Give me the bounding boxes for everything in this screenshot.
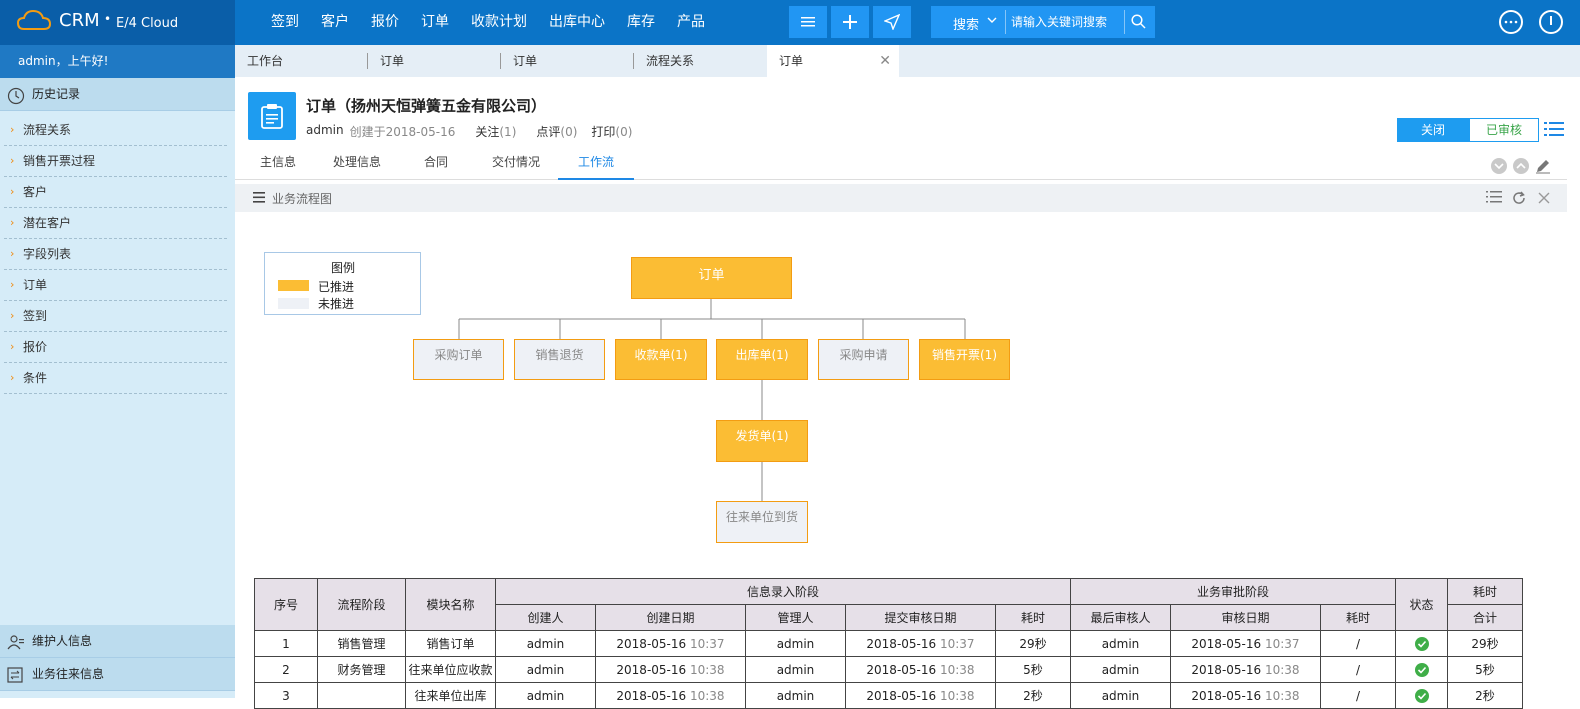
check-icon <box>1414 688 1429 703</box>
legend-swatch-done <box>278 280 309 291</box>
check-icon <box>1414 636 1429 651</box>
table-row: 1 销售管理 销售订单 admin 2018-05-16 10:37 admin… <box>254 630 1523 657</box>
col-status: 状态 <box>1395 578 1448 631</box>
legend-swatch-todo <box>278 298 309 309</box>
flow-node-sales-invoice[interactable]: 销售开票(1) <box>919 339 1010 380</box>
workflow-table: 序号 流程阶段 模块名称 信息录入阶段 业务审批阶段 状态 耗时 创建人 创建日… <box>254 578 1523 709</box>
flow-node-order[interactable]: 订单 <box>631 257 792 299</box>
col-total-a: 耗时 <box>1447 578 1523 605</box>
col-approval-time: 耗时 <box>1320 604 1396 631</box>
col-group-entry: 信息录入阶段 <box>495 578 1071 605</box>
col-seq: 序号 <box>254 578 318 631</box>
col-last-reviewer: 最后审核人 <box>1070 604 1171 631</box>
table-row: 3 往来单位出库 admin 2018-05-16 10:38 admin 20… <box>254 682 1523 709</box>
status-cell <box>1395 682 1448 709</box>
col-stage: 流程阶段 <box>317 578 406 631</box>
legend: 图例 已推进 未推进 <box>264 252 421 315</box>
flow-node-sales-return[interactable]: 销售退货 <box>514 339 605 380</box>
legend-label-todo: 未推进 <box>318 297 355 311</box>
col-review-date: 审核日期 <box>1170 604 1321 631</box>
col-group-approval: 业务审批阶段 <box>1070 578 1396 605</box>
flow-node-purchase-order[interactable]: 采购订单 <box>413 339 504 380</box>
table-row: 2 财务管理 往来单位应收款 admin 2018-05-16 10:38 ad… <box>254 656 1523 683</box>
flow-node-purchase-request[interactable]: 采购申请 <box>818 339 909 380</box>
flow-node-outbound[interactable]: 出库单(1) <box>716 339 808 380</box>
flow-node-partner-arrival[interactable]: 往来单位到货 <box>716 501 808 543</box>
flow-node-receipt[interactable]: 收款单(1) <box>615 339 707 380</box>
flow-node-shipment[interactable]: 发货单(1) <box>716 420 808 462</box>
status-cell <box>1395 630 1448 657</box>
col-create-date: 创建日期 <box>595 604 746 631</box>
col-module: 模块名称 <box>405 578 496 631</box>
col-entry-time: 耗时 <box>995 604 1071 631</box>
col-total-b: 合计 <box>1447 604 1523 631</box>
legend-label-done: 已推进 <box>318 280 355 294</box>
col-submit-date: 提交审核日期 <box>845 604 996 631</box>
status-cell <box>1395 656 1448 683</box>
legend-title: 图例 <box>331 261 356 275</box>
col-manager: 管理人 <box>745 604 846 631</box>
col-creator: 创建人 <box>495 604 596 631</box>
check-icon <box>1414 662 1429 677</box>
